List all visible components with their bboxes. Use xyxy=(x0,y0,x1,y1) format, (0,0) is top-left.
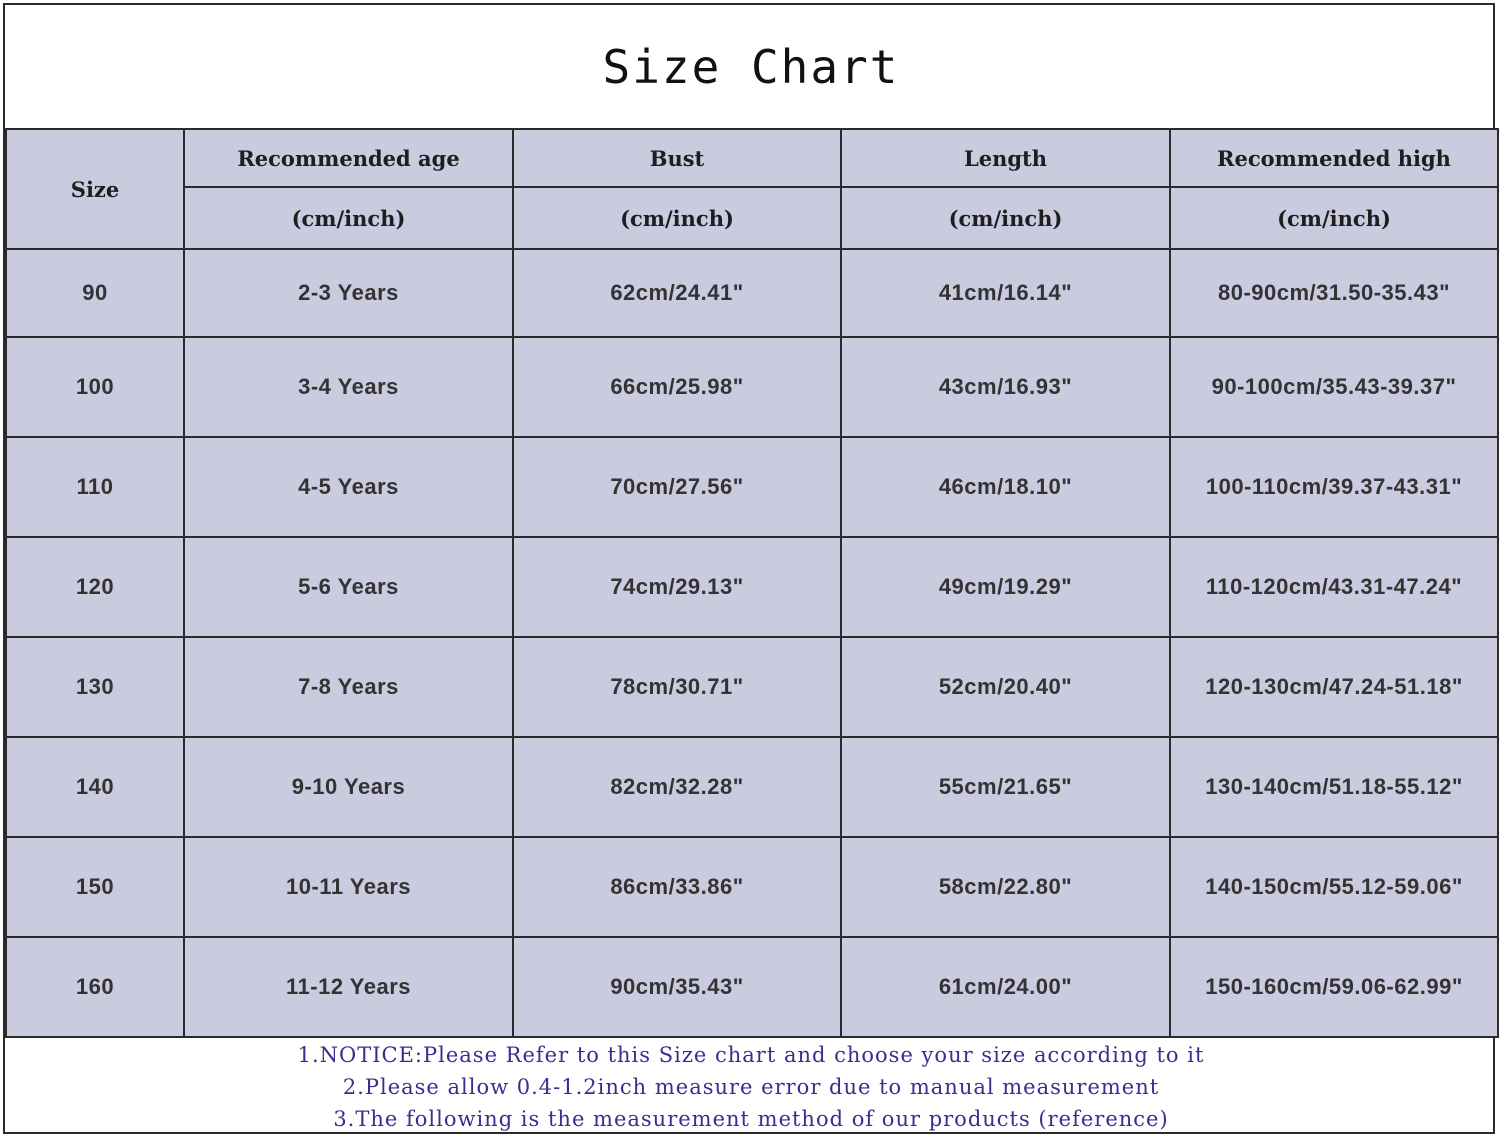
cell-size: 150 xyxy=(5,836,185,938)
table-row: 130 7-8 Years 78cm/30.71" 52cm/20.40" 12… xyxy=(5,636,1499,738)
column-header-bust: Bust xyxy=(512,128,842,188)
column-header-age: Recommended age xyxy=(183,128,514,188)
cell-length: 43cm/16.93" xyxy=(840,336,1171,438)
cell-length: 52cm/20.40" xyxy=(840,636,1171,738)
unit-label-length: (cm/inch) xyxy=(840,186,1171,250)
cell-length: 41cm/16.14" xyxy=(840,248,1171,338)
table-row: 100 3-4 Years 66cm/25.98" 43cm/16.93" 90… xyxy=(5,336,1499,438)
cell-high: 80-90cm/31.50-35.43" xyxy=(1169,248,1499,338)
size-table: Size Recommended age Bust Length Recomme… xyxy=(5,128,1499,1038)
column-header-length: Length xyxy=(840,128,1171,188)
cell-size: 140 xyxy=(5,736,185,838)
cell-size: 120 xyxy=(5,536,185,638)
cell-age: 10-11 Years xyxy=(183,836,514,938)
table-row: 120 5-6 Years 74cm/29.13" 49cm/19.29" 11… xyxy=(5,536,1499,638)
table-row: 90 2-3 Years 62cm/24.41" 41cm/16.14" 80-… xyxy=(5,248,1499,338)
cell-high: 90-100cm/35.43-39.37" xyxy=(1169,336,1499,438)
note-line: 2.Please allow 0.4-1.2inch measure error… xyxy=(342,1075,1160,1099)
cell-bust: 70cm/27.56" xyxy=(512,436,842,538)
page-title: Size Chart xyxy=(602,39,900,94)
table-row: 110 4-5 Years 70cm/27.56" 46cm/18.10" 10… xyxy=(5,436,1499,538)
table-row: 150 10-11 Years 86cm/33.86" 58cm/22.80" … xyxy=(5,836,1499,938)
cell-high: 140-150cm/55.12-59.06" xyxy=(1169,836,1499,938)
cell-bust: 90cm/35.43" xyxy=(512,936,842,1038)
cell-high: 100-110cm/39.37-43.31" xyxy=(1169,436,1499,538)
cell-size: 90 xyxy=(5,248,185,338)
table-row: 140 9-10 Years 82cm/32.28" 55cm/21.65" 1… xyxy=(5,736,1499,838)
cell-length: 55cm/21.65" xyxy=(840,736,1171,838)
cell-length: 46cm/18.10" xyxy=(840,436,1171,538)
cell-high: 150-160cm/59.06-62.99" xyxy=(1169,936,1499,1038)
size-chart-frame: Size Chart Size Recommended age Bust Len… xyxy=(3,3,1499,1136)
cell-high: 120-130cm/47.24-51.18" xyxy=(1169,636,1499,738)
cell-length: 61cm/24.00" xyxy=(840,936,1171,1038)
cell-high: 110-120cm/43.31-47.24" xyxy=(1169,536,1499,638)
table-row: 160 11-12 Years 90cm/35.43" 61cm/24.00" … xyxy=(5,936,1499,1038)
note-line: 1.NOTICE:Please Refer to this Size chart… xyxy=(297,1043,1205,1067)
unit-label-bust: (cm/inch) xyxy=(512,186,842,250)
cell-bust: 62cm/24.41" xyxy=(512,248,842,338)
cell-size: 110 xyxy=(5,436,185,538)
cell-bust: 82cm/32.28" xyxy=(512,736,842,838)
cell-age: 9-10 Years xyxy=(183,736,514,838)
cell-length: 58cm/22.80" xyxy=(840,836,1171,938)
header-row-units: (cm/inch) (cm/inch) (cm/inch) (cm/inch) xyxy=(6,186,1499,250)
column-header-high: Recommended high xyxy=(1169,128,1499,188)
cell-age: 11-12 Years xyxy=(183,936,514,1038)
cell-age: 2-3 Years xyxy=(183,248,514,338)
column-header-size: Size xyxy=(5,128,185,250)
note-line: 3.The following is the measurement metho… xyxy=(333,1107,1169,1131)
unit-label-age: (cm/inch) xyxy=(183,186,514,250)
cell-size: 160 xyxy=(5,936,185,1038)
cell-bust: 78cm/30.71" xyxy=(512,636,842,738)
cell-size: 100 xyxy=(5,336,185,438)
header-row-labels: Size Recommended age Bust Length Recomme… xyxy=(5,128,1499,250)
cell-age: 5-6 Years xyxy=(183,536,514,638)
notes-section: 1.NOTICE:Please Refer to this Size chart… xyxy=(5,1039,1497,1136)
cell-bust: 86cm/33.86" xyxy=(512,836,842,938)
cell-bust: 66cm/25.98" xyxy=(512,336,842,438)
cell-size: 130 xyxy=(5,636,185,738)
cell-bust: 74cm/29.13" xyxy=(512,536,842,638)
cell-age: 7-8 Years xyxy=(183,636,514,738)
cell-high: 130-140cm/51.18-55.12" xyxy=(1169,736,1499,838)
unit-label-high: (cm/inch) xyxy=(1169,186,1499,250)
cell-age: 4-5 Years xyxy=(183,436,514,538)
cell-length: 49cm/19.29" xyxy=(840,536,1171,638)
cell-age: 3-4 Years xyxy=(183,336,514,438)
